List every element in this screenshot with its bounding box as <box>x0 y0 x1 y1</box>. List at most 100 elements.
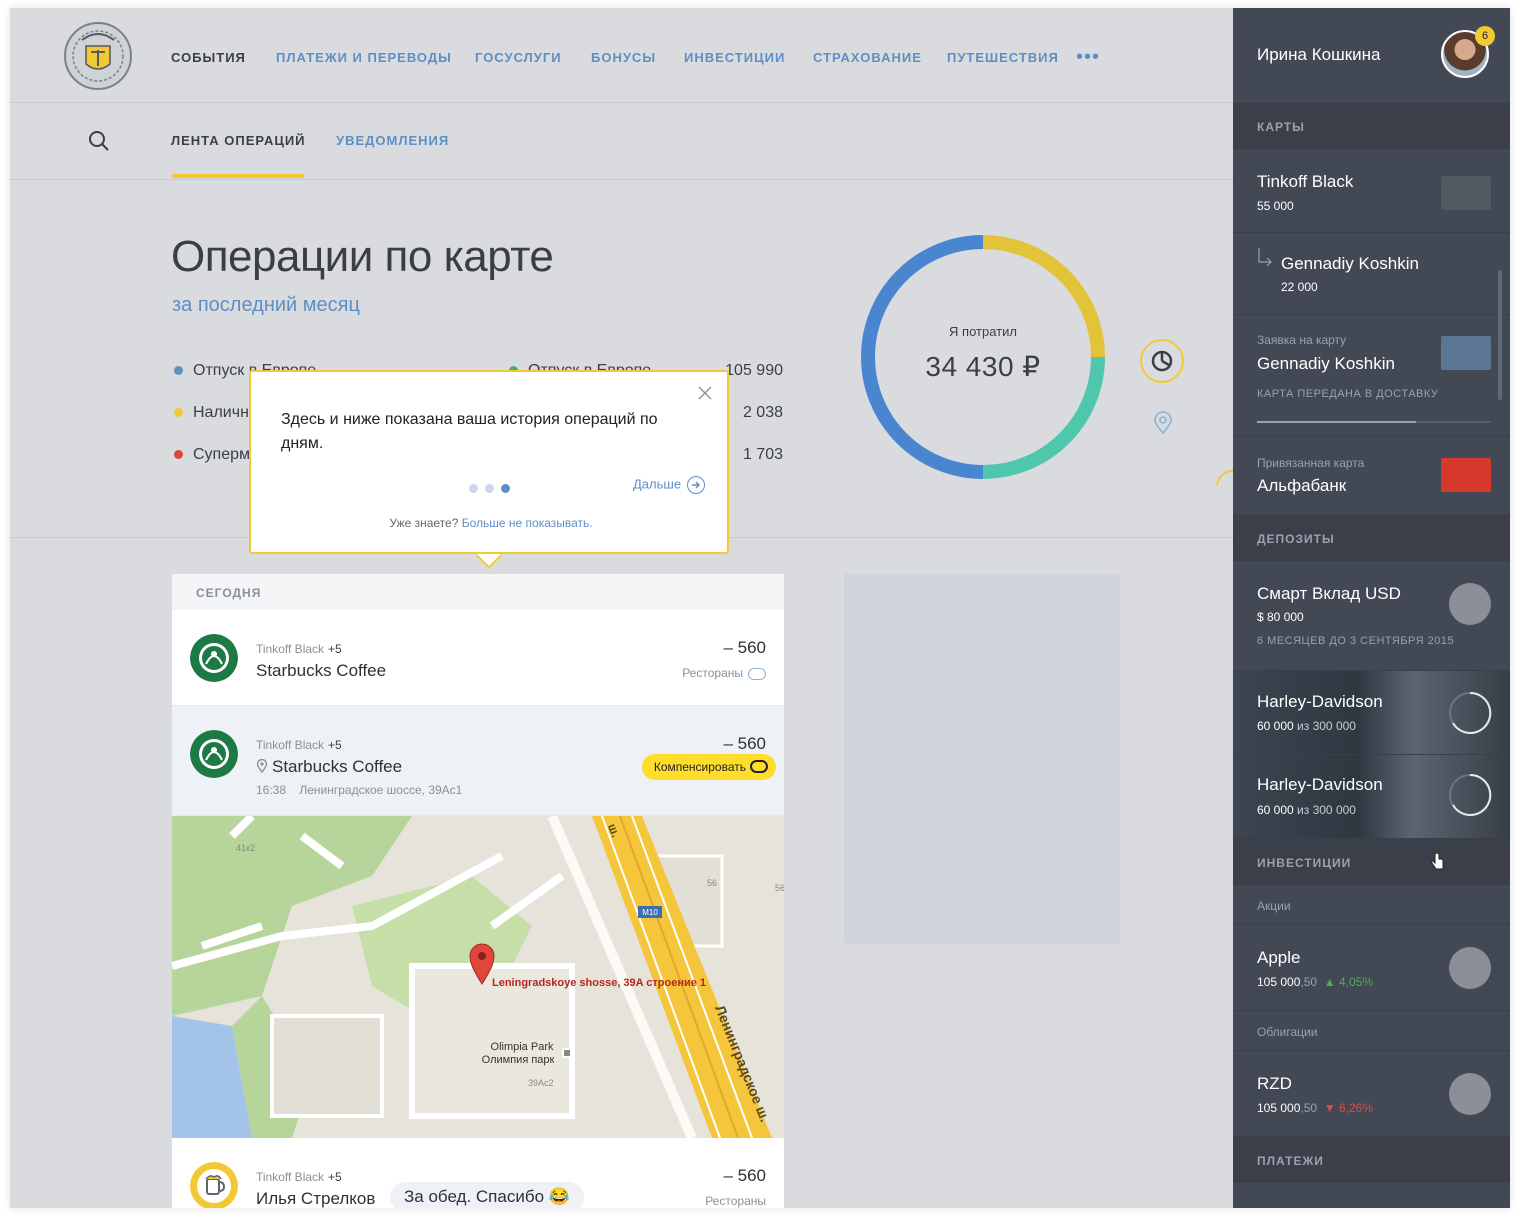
deposit-item[interactable]: Смарт Вклад USD $ 80 000 6 МЕСЯЦЕВ ДО 3 … <box>1233 561 1510 671</box>
nav-investments[interactable]: ИНВЕСТИЦИИ <box>684 50 785 65</box>
nav-gosuslugi[interactable]: ГОСУСЛУГИ <box>475 50 562 65</box>
sender-name: Илья Стрелков <box>256 1189 376 1208</box>
merchant-name: Starbucks Coffee <box>256 661 387 680</box>
nav-payments[interactable]: ПЛАТЕЖИ И ПЕРЕВОДЫ <box>276 50 452 65</box>
notification-badge[interactable]: 6 <box>1475 26 1495 46</box>
nav-bonuses[interactable]: БОНУСЫ <box>591 50 656 65</box>
section-payments: ПЛАТЕЖИ <box>1233 1137 1510 1183</box>
operation-map[interactable]: M10 41к2 56 56 39Ас2 Olimpia Park Олимпи… <box>172 816 784 1138</box>
location-icon <box>256 758 268 774</box>
category-dot <box>174 408 183 418</box>
category-amount: 1 703 <box>742 446 783 463</box>
card-title: Gennadiy Koshkin <box>1281 254 1419 273</box>
card-thumbnail <box>1441 458 1491 492</box>
bond-item[interactable]: RZD 105 000,50 ▼ 6,26% <box>1233 1051 1510 1137</box>
merchant-name: Starbucks Coffee <box>256 757 402 777</box>
nav-travel[interactable]: ПУТЕШЕСТВИЯ <box>947 50 1059 65</box>
deposit-progress-text: 60 000 из 300 000 <box>1257 803 1356 817</box>
pagination-dot[interactable] <box>469 484 478 493</box>
card-item-additional[interactable]: Gennadiy Koshkin 22 000 <box>1233 233 1510 315</box>
park-label: Olimpia Park <box>491 1041 554 1053</box>
category-dot <box>174 450 183 460</box>
bond-change: 6,26% <box>1338 1101 1374 1115</box>
starbucks-logo-icon <box>190 730 238 778</box>
operations-feed: СЕГОДНЯ Tinkoff Black +5 Starbucks Coffee… <box>172 574 784 1208</box>
goal-deposit-item[interactable]: Harley-Davidson 60 000 из 300 000 <box>1233 671 1510 755</box>
trend-up-icon: ▲ <box>1323 975 1336 989</box>
stock-change: 4,05% <box>1338 975 1374 989</box>
pagination-dots <box>469 480 517 498</box>
compensate-button[interactable]: Компенсировать <box>641 754 776 780</box>
deposit-icon <box>1449 583 1491 625</box>
stock-item[interactable]: Apple 105 000,50 ▲ 4,05% <box>1233 925 1510 1011</box>
bank-logo-icon[interactable] <box>62 20 134 92</box>
delivery-progress <box>1257 421 1491 423</box>
pagination-dot[interactable] <box>485 484 494 493</box>
tab-notifications[interactable]: УВЕДОМЛЕНИЯ <box>336 133 449 148</box>
deposit-title: Harley-Davidson <box>1257 692 1383 711</box>
sidebar: Ирина Кошкина 6 КАРТЫ Tinkoff Black 55 0… <box>1233 8 1510 1208</box>
card-request-label: Заявка на карту <box>1257 333 1347 347</box>
nav-events[interactable]: СОБЫТИЯ <box>171 50 246 65</box>
card-title: Gennadiy Koshkin <box>1257 354 1395 373</box>
delivery-progress-fill <box>1257 421 1417 423</box>
operation-meta: 16:38 Ленинградское шоссе, 39Ас1 <box>256 783 463 797</box>
section-cards: КАРТЫ <box>1233 103 1510 149</box>
map-pin-icon[interactable] <box>1152 411 1174 435</box>
operation-category[interactable]: Рестораны <box>682 666 766 680</box>
next-button[interactable]: Дальше <box>633 476 706 494</box>
card-status: КАРТА ПЕРЕДАНА В ДОСТАВКУ <box>1257 388 1439 400</box>
road-code-label: M10 <box>642 908 658 917</box>
tooltip-footer: Уже знаете? Больше не показывать. <box>389 516 593 530</box>
sub-navigation: ЛЕНТА ОПЕРАЦИЙ УВЕДОМЛЕНИЯ <box>10 103 1233 180</box>
chart-view-toggle[interactable] <box>1140 339 1184 383</box>
category-amount: 105 990 <box>725 362 783 379</box>
sidebar-scrollbar[interactable] <box>1498 270 1502 400</box>
side-placeholder-card <box>844 574 1120 944</box>
category-amount: 2 038 <box>742 404 783 421</box>
tab-operations-feed[interactable]: ЛЕНТА ОПЕРАЦИЙ <box>171 133 306 148</box>
section-deposits: ДЕПОЗИТЫ <box>1233 515 1510 561</box>
nav-insurance[interactable]: СТРАХОВАНИЕ <box>813 50 922 65</box>
card-request-item[interactable]: Заявка на карту Gennadiy Koshkin КАРТА П… <box>1233 315 1510 437</box>
operation-card: Tinkoff Black +5 <box>256 642 342 656</box>
map-pin-label: Leningradskoye shosse, 39A строение 1 <box>492 977 706 989</box>
operation-card: Tinkoff Black +5 <box>256 1170 342 1184</box>
period-selector[interactable]: за последний месяц <box>172 294 360 317</box>
user-header[interactable]: Ирина Кошкина 6 <box>1233 8 1510 103</box>
progress-ring-icon <box>1449 773 1492 816</box>
operation-row-selected[interactable]: Tinkoff Black +5 Starbucks Coffee 16:38 Л… <box>172 706 784 816</box>
nav-more-icon[interactable]: ••• <box>1076 46 1100 69</box>
search-icon[interactable] <box>88 130 110 152</box>
bond-logo <box>1449 1073 1491 1115</box>
dont-show-again-link[interactable]: Больше не показывать. <box>462 516 593 530</box>
card-item[interactable]: Tinkoff Black 55 000 <box>1233 149 1510 233</box>
top-navigation: СОБЫТИЯ ПЛАТЕЖИ И ПЕРЕВОДЫ ГОСУСЛУГИ БОН… <box>10 8 1233 103</box>
deposit-title: Harley-Davidson <box>1257 775 1383 794</box>
starbucks-logo-icon <box>190 634 238 682</box>
operation-amount: – 560 <box>723 1166 766 1185</box>
app-frame: СОБЫТИЯ ПЛАТЕЖИ И ПЕРЕВОДЫ ГОСУСЛУГИ БОН… <box>10 8 1510 1208</box>
card-title: Альфабанк <box>1257 476 1347 495</box>
card-balance: 22 000 <box>1281 280 1318 294</box>
user-name[interactable]: Ирина Кошкина <box>1257 45 1381 65</box>
deposit-balance: $ 80 000 <box>1257 610 1304 624</box>
linked-card-item[interactable]: Привязанная карта Альфабанк <box>1233 437 1510 515</box>
operation-card: Tinkoff Black +5 <box>256 738 342 752</box>
operation-amount: – 560 <box>723 638 766 657</box>
deposit-term: 6 МЕСЯЦЕВ ДО 3 СЕНТЯБРЯ 2015 <box>1257 635 1455 647</box>
building-label: 39Ас2 <box>528 1078 554 1088</box>
operation-row[interactable]: Tinkoff Black +5 Starbucks Coffee – 560 Р… <box>172 610 784 706</box>
operation-row[interactable]: Tinkoff Black +5 Илья Стрелков За обед. С… <box>172 1138 784 1208</box>
bond-value: 105 000,50 ▼ 6,26% <box>1257 1101 1374 1115</box>
pagination-dot-active[interactable] <box>501 484 510 493</box>
pie-chart-icon <box>1151 350 1173 372</box>
category-toggle-icon <box>748 667 766 680</box>
operation-category[interactable]: Рестораны <box>705 1194 766 1208</box>
donut-segment-0[interactable] <box>982 235 1105 358</box>
close-icon[interactable] <box>698 386 712 400</box>
building-label: 56 <box>707 878 717 888</box>
onboarding-tooltip: Здесь и ниже показана ваша история опера… <box>249 370 729 554</box>
card-thumbnail <box>1441 336 1491 370</box>
goal-deposit-item[interactable]: Harley-Davidson 60 000 из 300 000 <box>1233 755 1510 839</box>
